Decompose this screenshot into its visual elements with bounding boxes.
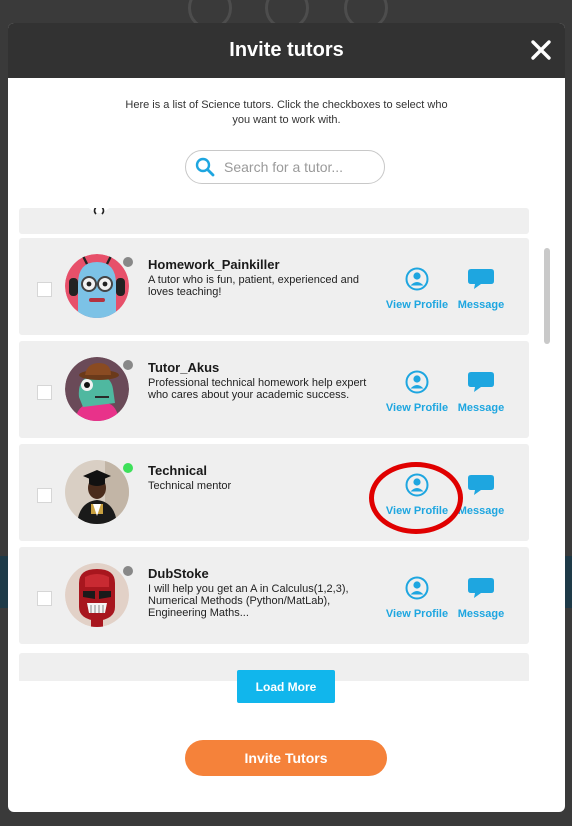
tutor-checkbox[interactable] — [37, 591, 52, 606]
message-label: Message — [457, 402, 505, 414]
tutor-description: A tutor who is fun, patient, experienced… — [148, 274, 359, 298]
avatar-photo — [65, 460, 129, 524]
tutor-checkbox[interactable] — [37, 282, 52, 297]
profile-icon — [405, 576, 429, 600]
avatar-fragment — [88, 208, 110, 215]
avatar — [65, 357, 129, 421]
invite-tutors-button[interactable]: Invite Tutors — [185, 740, 387, 776]
scrollbar-thumb[interactable] — [544, 248, 550, 344]
view-profile-label: View Profile — [385, 608, 449, 620]
close-icon — [531, 40, 551, 60]
tutor-name: Technical — [148, 463, 208, 478]
tutor-description: Professional technical homework help exp… — [148, 377, 367, 401]
search-icon — [195, 157, 215, 177]
view-profile-button[interactable]: View Profile — [385, 267, 449, 311]
status-online-dot — [123, 463, 133, 473]
chat-bubble-icon — [468, 372, 494, 392]
tutor-name: Homework_Painkiller — [148, 257, 280, 272]
avatar — [65, 563, 129, 627]
status-offline-dot — [123, 257, 133, 267]
view-profile-label: View Profile — [385, 402, 449, 414]
message-label: Message — [457, 299, 505, 311]
tutor-name: DubStoke — [148, 566, 209, 581]
tutor-checkbox[interactable] — [37, 385, 52, 400]
tutor-card: DubStoke I will help you get an A in Cal… — [19, 547, 529, 644]
tutor-card: Homework_Painkiller A tutor who is fun, … — [19, 238, 529, 335]
tutor-description: Technical mentor — [148, 480, 232, 492]
tutor-card: Tutor_Akus Professional technical homewo… — [19, 341, 529, 438]
message-label: Message — [457, 608, 505, 620]
tutor-card-partial — [19, 208, 529, 234]
chat-bubble-icon — [468, 578, 494, 598]
close-button[interactable] — [527, 36, 555, 64]
search-input[interactable] — [222, 158, 376, 176]
tutor-name: Tutor_Akus — [148, 360, 220, 375]
message-button[interactable]: Message — [453, 576, 509, 620]
chat-bubble-icon — [468, 475, 494, 495]
view-profile-label: View Profile — [385, 299, 449, 311]
tutor-description: I will help you get an A in Calculus(1,2… — [148, 583, 349, 619]
profile-icon — [405, 267, 429, 291]
modal-title: Invite tutors — [229, 39, 344, 61]
highlight-annotation — [369, 462, 463, 534]
search-box[interactable] — [185, 150, 385, 184]
status-offline-dot — [123, 566, 133, 576]
status-offline-dot — [123, 360, 133, 370]
profile-icon — [405, 370, 429, 394]
invite-tutors-modal: Invite tutors Here is a list of Science … — [8, 23, 565, 812]
chat-bubble-icon — [468, 269, 494, 289]
view-profile-button[interactable]: View Profile — [385, 576, 449, 620]
modal-header: Invite tutors — [8, 23, 565, 78]
load-more-button[interactable]: Load More — [237, 670, 335, 703]
tutor-checkbox[interactable] — [37, 488, 52, 503]
message-button[interactable]: Message — [453, 267, 509, 311]
view-profile-button[interactable]: View Profile — [385, 370, 449, 414]
avatar — [65, 254, 129, 318]
message-button[interactable]: Message — [453, 370, 509, 414]
tutor-list[interactable]: Homework_Painkiller A tutor who is fun, … — [8, 208, 565, 681]
intro-text: Here is a list of Science tutors. Click … — [125, 99, 448, 126]
